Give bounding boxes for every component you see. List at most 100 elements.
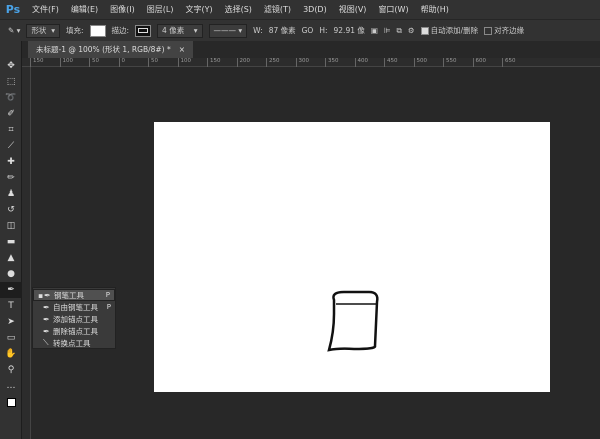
lasso-tool-icon[interactable]: ➰: [0, 90, 22, 106]
flyout-shortcut: P: [106, 303, 111, 311]
ruler-label: 200: [236, 58, 267, 67]
tools-panel: ✥ ⬚ ➰ ✐ ⌗ ⟋ ✚ ✏ ♟ ↺ ◫ ▬ ▲ ● ✒ T ➤ ▭ ✋ ⚲ …: [0, 41, 22, 439]
fill-label: 填充:: [65, 26, 84, 35]
move-tool-icon[interactable]: ✥: [0, 58, 22, 74]
convert-point-icon: ⟍: [43, 338, 49, 347]
flyout-label: 添加锚点工具: [53, 314, 98, 324]
path-operations-icon[interactable]: ▣: [371, 26, 378, 35]
pen-tool-preset-icon[interactable]: ✎ ▾: [8, 26, 20, 35]
history-brush-tool-icon[interactable]: ↺: [0, 202, 22, 218]
eraser-tool-icon[interactable]: ◫: [0, 218, 22, 234]
marquee-tool-icon[interactable]: ⬚: [0, 74, 22, 90]
ruler-label: 300: [295, 58, 326, 67]
path-selection-tool-icon[interactable]: ➤: [0, 314, 22, 330]
flyout-item-convert-point[interactable]: ⟍ 转换点工具: [33, 337, 115, 349]
flyout-item-add-anchor[interactable]: ✒ 添加锚点工具: [33, 313, 115, 325]
vertical-ruler: [22, 67, 31, 439]
type-tool-icon[interactable]: T: [0, 298, 22, 314]
rectangle-tool-icon[interactable]: ▭: [0, 330, 22, 346]
more-tools-icon[interactable]: …: [0, 378, 22, 394]
ruler-label: 100: [177, 58, 208, 67]
menu-image[interactable]: 图像(I): [104, 4, 141, 15]
stroke-type-select[interactable]: ——— ▾: [208, 23, 248, 38]
color-swatches-icon[interactable]: [0, 394, 22, 410]
menu-filter[interactable]: 滤镜(T): [258, 4, 297, 15]
menu-help[interactable]: 帮助(H): [415, 4, 455, 15]
menu-file[interactable]: 文件(F): [26, 4, 65, 15]
auto-add-delete-checkbox[interactable]: 自动添加/删除: [420, 25, 479, 36]
menu-type[interactable]: 文字(Y): [179, 4, 218, 15]
drawn-shape: [327, 290, 379, 352]
menu-view[interactable]: 视图(V): [333, 4, 373, 15]
flyout-label: 自由钢笔工具: [53, 302, 98, 312]
healing-brush-tool-icon[interactable]: ✚: [0, 154, 22, 170]
hand-tool-icon[interactable]: ✋: [0, 346, 22, 362]
document-tab-title: 未标题-1 @ 100% (形状 1, RGB/8#) *: [36, 45, 171, 54]
crop-tool-icon[interactable]: ⌗: [0, 122, 22, 138]
flyout-item-freeform-pen[interactable]: ✒ 自由钢笔工具 P: [33, 301, 115, 313]
flyout-label: 钢笔工具: [54, 290, 84, 300]
ruler-label: 550: [443, 58, 473, 67]
stroke-label: 描边:: [111, 26, 130, 35]
menu-bar: Ps 文件(F) 编辑(E) 图像(I) 图层(L) 文字(Y) 选择(S) 滤…: [0, 0, 600, 19]
align-edges-checkbox[interactable]: 对齐边缘: [484, 25, 524, 36]
flyout-label: 删除锚点工具: [53, 326, 98, 336]
menu-window[interactable]: 窗口(W): [372, 4, 414, 15]
fill-swatch[interactable]: [89, 24, 106, 37]
flyout-label: 转换点工具: [53, 338, 91, 348]
document-tab-bar: 未标题-1 @ 100% (形状 1, RGB/8#) * ×: [22, 41, 600, 58]
align-edges-label: 对齐边缘: [494, 26, 525, 35]
w-input[interactable]: 87 像素: [269, 25, 296, 36]
menu-3d[interactable]: 3D(D): [297, 5, 333, 14]
menu-select[interactable]: 选择(S): [219, 4, 258, 15]
ruler-label: 650: [502, 58, 532, 67]
stroke-swatch[interactable]: [135, 24, 152, 37]
mode-select[interactable]: 形状 ▾: [26, 23, 60, 38]
clone-stamp-tool-icon[interactable]: ♟: [0, 186, 22, 202]
path-arrangement-icon[interactable]: ⧉: [397, 26, 402, 36]
link-icon[interactable]: GO: [302, 26, 314, 35]
blur-tool-icon[interactable]: ▲: [0, 250, 22, 266]
ruler-label: 50: [89, 58, 119, 67]
ruler-label: 450: [384, 58, 414, 67]
ruler-label: 500: [413, 58, 444, 67]
document-canvas[interactable]: [154, 122, 550, 392]
add-anchor-icon: ✒: [43, 314, 50, 324]
pen-tool-flyout: ▪ ✒ 钢笔工具 P ✒ 自由钢笔工具 P ✒ 添加锚点工具 ✒ 删除锚点工具 ⟍ 转换点工具: [32, 287, 116, 349]
eyedropper-tool-icon[interactable]: ⟋: [0, 138, 22, 154]
quick-select-tool-icon[interactable]: ✐: [0, 106, 22, 122]
document-tab[interactable]: 未标题-1 @ 100% (形状 1, RGB/8#) * ×: [28, 41, 194, 58]
ruler-label: 350: [325, 58, 355, 67]
menu-layer[interactable]: 图层(L): [141, 4, 180, 15]
flyout-shortcut: P: [105, 291, 110, 299]
mode-value: 形状: [31, 26, 47, 35]
pen-icon: ✒: [44, 290, 51, 300]
ruler-label: 600: [472, 58, 503, 67]
close-tab-icon[interactable]: ×: [179, 45, 185, 54]
h-input[interactable]: 92.91 像: [334, 25, 365, 36]
gear-icon[interactable]: ⚙: [408, 26, 415, 35]
flyout-item-delete-anchor[interactable]: ✒ 删除锚点工具: [33, 325, 115, 337]
photoshop-logo: Ps: [5, 3, 21, 16]
menu-edit[interactable]: 编辑(E): [65, 4, 104, 15]
ruler-label: 100: [59, 58, 90, 67]
ruler-label: 250: [266, 58, 296, 67]
horizontal-ruler: 150 100 50 0 50 100 150 200 250 300 350 …: [22, 58, 600, 67]
auto-add-label: 自动添加/删除: [430, 26, 479, 35]
options-bar: ✎ ▾ 形状 ▾ 填充: 描边: 4 像素 ▾ ——— ▾ W: 87 像素 G…: [0, 19, 600, 41]
ruler-label: 0: [118, 58, 149, 67]
stroke-width-value: 4 像素: [162, 26, 185, 35]
w-label: W:: [253, 26, 263, 35]
path-alignment-icon[interactable]: ⊫: [384, 26, 391, 35]
gradient-tool-icon[interactable]: ▬: [0, 234, 22, 250]
flyout-item-pen[interactable]: ▪ ✒ 钢笔工具 P: [33, 289, 115, 301]
delete-anchor-icon: ✒: [43, 326, 50, 336]
pen-tool-icon[interactable]: ✒: [0, 282, 22, 298]
ruler-label: 150: [30, 58, 60, 67]
zoom-tool-icon[interactable]: ⚲: [0, 362, 22, 378]
freeform-pen-icon: ✒: [43, 302, 50, 312]
stroke-width-input[interactable]: 4 像素 ▾: [157, 23, 203, 38]
brush-tool-icon[interactable]: ✏: [0, 170, 22, 186]
dodge-tool-icon[interactable]: ●: [0, 266, 22, 282]
ruler-label: 150: [207, 58, 237, 67]
